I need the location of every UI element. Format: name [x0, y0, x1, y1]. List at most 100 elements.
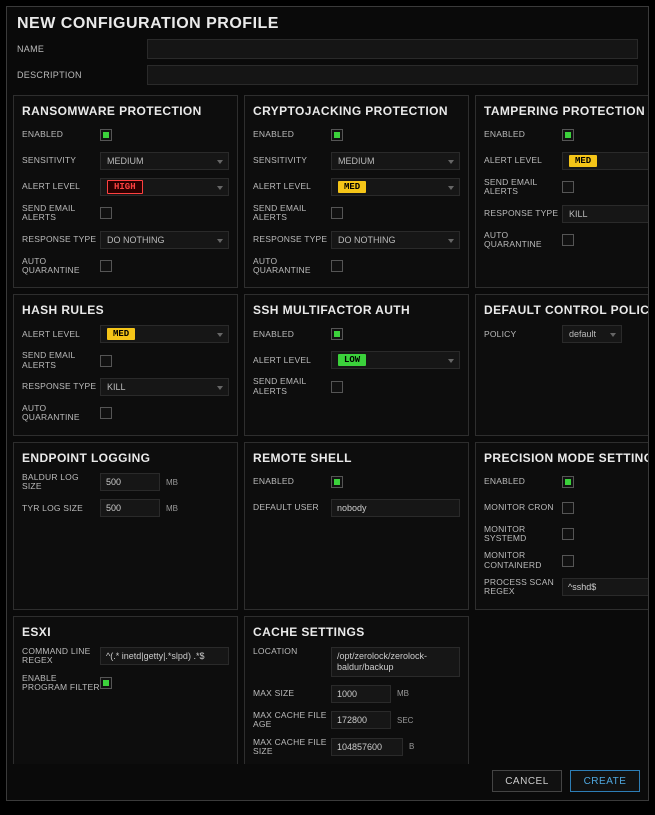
description-label: DESCRIPTION [17, 70, 147, 80]
enabled-checkbox[interactable] [331, 476, 343, 488]
command-line-regex-label: COMMAND LINE REGEX [22, 647, 100, 666]
send-email-label: SEND EMAIL ALERTS [253, 377, 331, 396]
default-user-input[interactable] [331, 499, 460, 517]
auto-quarantine-label: AUTO QUARANTINE [253, 257, 331, 276]
alert-level-label: ALERT LEVEL [22, 330, 100, 339]
precision-mode-panel: PRECISION MODE SETTINGS ENABLED MONITOR … [475, 442, 648, 610]
monitor-systemd-label: MONITOR SYSTEMD [484, 525, 562, 544]
send-email-checkbox[interactable] [100, 355, 112, 367]
cryptojacking-panel: CRYPTOJACKING PROTECTION ENABLED SENSITI… [244, 95, 469, 288]
alert-level-label: ALERT LEVEL [253, 356, 331, 365]
max-cache-file-age-label: MAX CACHE FILE AGE [253, 711, 331, 730]
panel-title: ESXI [22, 625, 229, 639]
max-cache-file-size-input[interactable] [331, 738, 403, 756]
policy-select[interactable]: default [562, 325, 622, 343]
sensitivity-label: SENSITIVITY [22, 156, 100, 165]
max-size-input[interactable] [331, 685, 391, 703]
panel-title: REMOTE SHELL [253, 451, 460, 465]
auto-quarantine-checkbox[interactable] [562, 234, 574, 246]
name-input[interactable] [147, 39, 638, 59]
hash-rules-panel: HASH RULES ALERT LEVELMED SEND EMAIL ALE… [13, 294, 238, 435]
ssh-multifactor-panel: SSH MULTIFACTOR AUTH ENABLED ALERT LEVEL… [244, 294, 469, 435]
alert-level-select[interactable]: MED [562, 152, 648, 170]
panel-title: RANSOMWARE PROTECTION [22, 104, 229, 118]
baldur-log-label: BALDUR LOG SIZE [22, 473, 100, 492]
enabled-label: ENABLED [484, 477, 562, 486]
enabled-label: ENABLED [253, 330, 331, 339]
response-type-label: RESPONSE TYPE [22, 235, 100, 244]
tyr-log-label: TYR LOG SIZE [22, 504, 100, 513]
unit-sec: SEC [397, 716, 413, 725]
enabled-checkbox[interactable] [562, 129, 574, 141]
enabled-checkbox[interactable] [331, 129, 343, 141]
process-scan-regex-label: PROCESS SCAN REGEX [484, 578, 562, 597]
enabled-checkbox[interactable] [100, 129, 112, 141]
cache-settings-panel: CACHE SETTINGS LOCATION/opt/zerolock/zer… [244, 616, 469, 764]
alert-level-select[interactable]: MED [100, 325, 229, 343]
create-button[interactable]: CREATE [570, 770, 640, 792]
send-email-checkbox[interactable] [100, 207, 112, 219]
response-type-select[interactable]: DO NOTHING [100, 231, 229, 249]
enabled-label: ENABLED [484, 130, 562, 139]
dialog-header: NEW CONFIGURATION PROFILE NAME DESCRIPTI… [7, 7, 648, 95]
cancel-button[interactable]: CANCEL [492, 770, 562, 792]
name-label: NAME [17, 44, 147, 54]
send-email-checkbox[interactable] [562, 181, 574, 193]
remote-shell-panel: REMOTE SHELL ENABLED DEFAULT USER [244, 442, 469, 610]
monitor-containerd-checkbox[interactable] [562, 555, 574, 567]
command-line-regex-input[interactable] [100, 647, 229, 665]
endpoint-logging-panel: ENDPOINT LOGGING BALDUR LOG SIZEMB TYR L… [13, 442, 238, 610]
auto-quarantine-label: AUTO QUARANTINE [484, 231, 562, 250]
send-email-checkbox[interactable] [331, 381, 343, 393]
alert-level-label: ALERT LEVEL [484, 156, 562, 165]
monitor-cron-label: MONITOR CRON [484, 503, 562, 512]
location-label: LOCATION [253, 647, 331, 656]
enable-program-filter-checkbox[interactable] [100, 677, 112, 689]
enable-program-filter-label: ENABLE PROGRAM FILTER [22, 674, 100, 693]
unit-mb: MB [397, 689, 409, 698]
panel-title: CACHE SETTINGS [253, 625, 460, 639]
auto-quarantine-checkbox[interactable] [100, 260, 112, 272]
response-type-select[interactable]: KILL [562, 205, 648, 223]
baldur-log-input[interactable] [100, 473, 160, 491]
monitor-systemd-checkbox[interactable] [562, 528, 574, 540]
tampering-panel: TAMPERING PROTECTION ENABLED ALERT LEVEL… [475, 95, 648, 288]
sensitivity-select[interactable]: MEDIUM [331, 152, 460, 170]
process-scan-regex-input[interactable] [562, 578, 648, 596]
max-cache-file-age-input[interactable] [331, 711, 391, 729]
max-size-label: MAX SIZE [253, 689, 331, 698]
alert-level-label: ALERT LEVEL [22, 182, 100, 191]
unit-mb: MB [166, 478, 178, 487]
auto-quarantine-checkbox[interactable] [100, 407, 112, 419]
alert-level-select[interactable]: MED [331, 178, 460, 196]
panel-title: PRECISION MODE SETTINGS [484, 451, 648, 465]
tyr-log-input[interactable] [100, 499, 160, 517]
monitor-cron-checkbox[interactable] [562, 502, 574, 514]
response-type-select[interactable]: DO NOTHING [331, 231, 460, 249]
unit-mb: MB [166, 504, 178, 513]
alert-level-label: ALERT LEVEL [253, 182, 331, 191]
auto-quarantine-label: AUTO QUARANTINE [22, 404, 100, 423]
monitor-containerd-label: MONITOR CONTAINERD [484, 551, 562, 570]
sensitivity-select[interactable]: MEDIUM [100, 152, 229, 170]
auto-quarantine-checkbox[interactable] [331, 260, 343, 272]
send-email-label: SEND EMAIL ALERTS [22, 351, 100, 370]
max-cache-file-size-label: MAX CACHE FILE SIZE [253, 738, 331, 757]
response-type-select[interactable]: KILL [100, 378, 229, 396]
alert-level-select[interactable]: HIGH [100, 178, 229, 196]
enabled-checkbox[interactable] [331, 328, 343, 340]
panel-title: DEFAULT CONTROL POLICY [484, 303, 648, 317]
send-email-checkbox[interactable] [331, 207, 343, 219]
policy-label: POLICY [484, 330, 562, 339]
alert-level-select[interactable]: LOW [331, 351, 460, 369]
send-email-label: SEND EMAIL ALERTS [484, 178, 562, 197]
panel-title: HASH RULES [22, 303, 229, 317]
dialog-footer: CANCEL CREATE [7, 764, 648, 800]
esxi-panel: ESXI COMMAND LINE REGEX ENABLE PROGRAM F… [13, 616, 238, 764]
response-type-label: RESPONSE TYPE [22, 382, 100, 391]
enabled-checkbox[interactable] [562, 476, 574, 488]
description-input[interactable] [147, 65, 638, 85]
enabled-label: ENABLED [253, 130, 331, 139]
enabled-label: ENABLED [253, 477, 331, 486]
location-input[interactable]: /opt/zerolock/zerolock-baldur/backup [331, 647, 460, 677]
